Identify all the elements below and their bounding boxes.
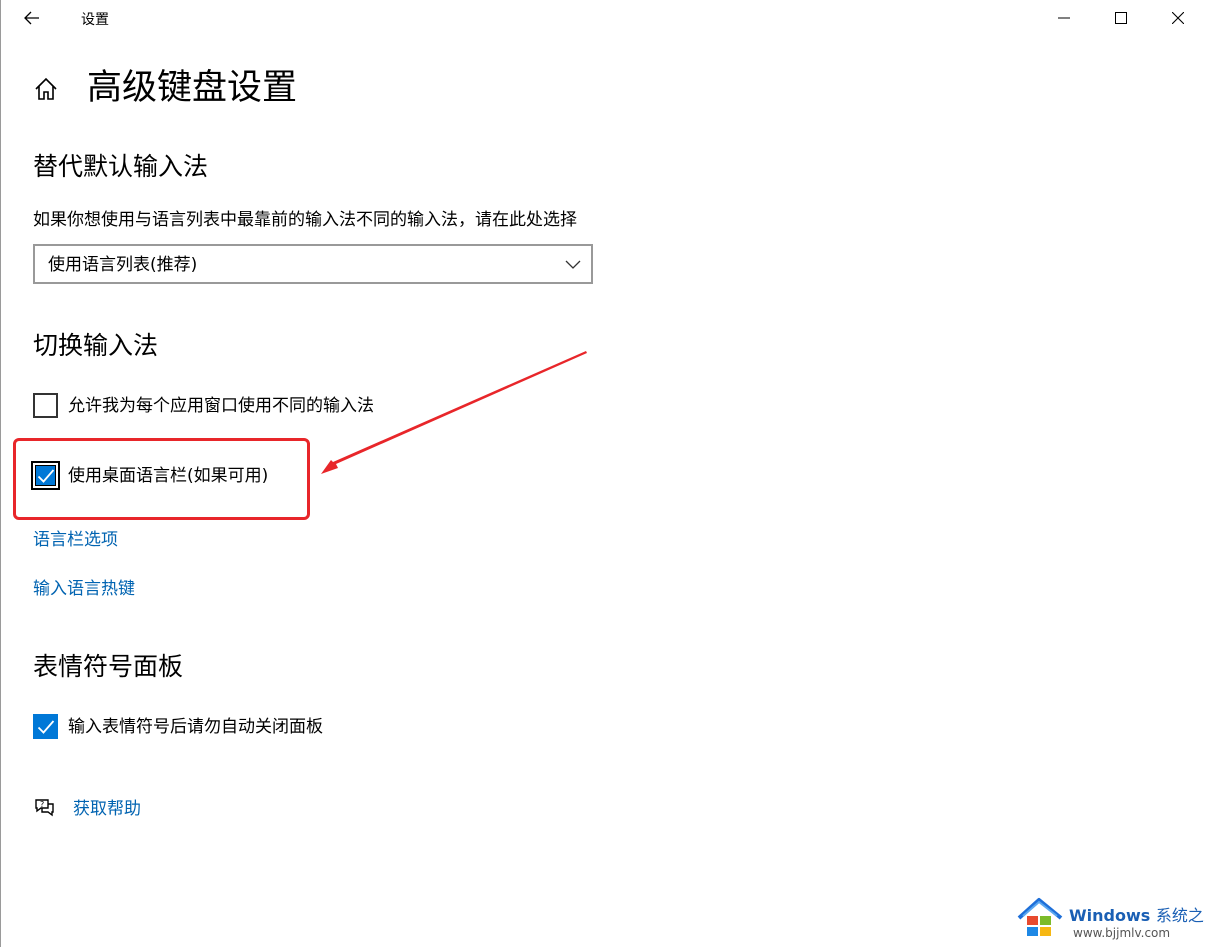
- watermark-brand: Windows 系统之家: [1069, 906, 1205, 926]
- help-icon-svg: ?: [35, 799, 54, 817]
- per-app-input-checkbox[interactable]: [33, 393, 58, 418]
- checkmark-icon: [37, 469, 55, 483]
- title-bar: 设置: [1, 0, 1205, 36]
- section-title-emoji-panel: 表情符号面板: [33, 652, 184, 681]
- desktop-language-bar-checkbox[interactable]: [31, 461, 60, 490]
- section-title-default-input: 替代默认输入法: [33, 152, 209, 181]
- watermark-brand-cn: 系统之家: [1155, 906, 1205, 925]
- back-arrow-icon: [24, 11, 39, 25]
- input-language-hotkeys-link[interactable]: 输入语言热键: [33, 577, 135, 601]
- maximize-icon: [1115, 12, 1127, 24]
- close-icon: [1172, 12, 1184, 24]
- checkbox-row-emoji-auto-close[interactable]: 输入表情符号后请勿自动关闭面板: [33, 714, 343, 740]
- back-button[interactable]: [15, 2, 49, 34]
- watermark-brand-en: Windows: [1069, 906, 1151, 925]
- language-bar-options-link[interactable]: 语言栏选项: [33, 528, 118, 552]
- settings-window: 设置 高级键盘设置 替代默认输入法 如果你想使用与语言列表中最靠前的输入法不同的…: [0, 0, 1205, 947]
- checkbox-row-desktop-language-bar[interactable]: 使用桌面语言栏(如果可用): [31, 461, 283, 490]
- default-input-dropdown[interactable]: 使用语言列表(推荐): [33, 244, 593, 284]
- per-app-input-label: 允许我为每个应用窗口使用不同的输入法: [68, 396, 374, 416]
- watermark-url: www.bjjmlv.com: [1073, 926, 1171, 940]
- emoji-auto-close-checkbox[interactable]: [33, 714, 58, 739]
- minimize-button[interactable]: [1041, 0, 1087, 36]
- minimize-icon: [1058, 17, 1070, 19]
- checkmark-icon: [37, 720, 55, 734]
- watermark: Windows 系统之家 www.bjjmlv.com: [1015, 896, 1205, 944]
- svg-text:?: ?: [40, 800, 44, 809]
- windows-house-logo: [1017, 898, 1063, 936]
- close-button[interactable]: [1155, 0, 1201, 36]
- dropdown-selected-value: 使用语言列表(推荐): [48, 255, 198, 275]
- home-button[interactable]: [33, 76, 61, 104]
- maximize-button[interactable]: [1098, 0, 1144, 36]
- window-title: 设置: [81, 12, 109, 28]
- chevron-down-icon: [565, 260, 581, 269]
- section-title-switch-input: 切换输入法: [33, 331, 159, 360]
- get-help-link[interactable]: 获取帮助: [73, 797, 141, 821]
- page-title: 高级键盘设置: [87, 68, 298, 108]
- home-icon: [35, 77, 57, 100]
- checkbox-row-per-app-input[interactable]: 允许我为每个应用窗口使用不同的输入法: [33, 393, 393, 419]
- desktop-language-bar-label: 使用桌面语言栏(如果可用): [68, 466, 269, 486]
- default-input-description: 如果你想使用与语言列表中最靠前的输入法不同的输入法，请在此处选择: [33, 210, 577, 230]
- emoji-auto-close-label: 输入表情符号后请勿自动关闭面板: [68, 717, 323, 737]
- help-chat-icon[interactable]: ?: [33, 797, 55, 819]
